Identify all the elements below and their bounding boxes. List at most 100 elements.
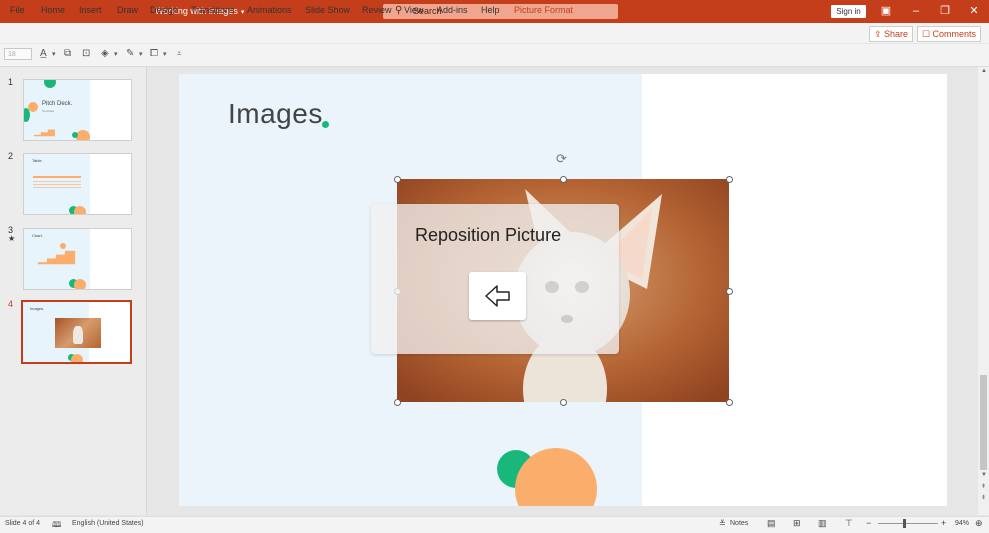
tab-view[interactable]: View xyxy=(404,5,423,15)
shape-fill-icon[interactable]: ◈ xyxy=(101,48,109,59)
rotate-handle-icon[interactable]: ⟳ xyxy=(556,151,567,167)
tab-insert[interactable]: Insert xyxy=(79,5,102,15)
zoom-level[interactable]: 94% xyxy=(955,520,969,527)
shape-outline-icon[interactable]: ✎ xyxy=(126,48,134,59)
resize-handle-bottom-right[interactable] xyxy=(726,399,733,406)
ribbon-display-icon[interactable]: ▣ xyxy=(876,3,896,20)
next-slide-icon[interactable]: ⇟ xyxy=(981,494,986,501)
previous-slide-icon[interactable]: ⇞ xyxy=(981,483,986,490)
orange-circle-shape xyxy=(71,354,83,362)
chevron-down-icon[interactable]: ▾ xyxy=(52,50,56,58)
reading-view-icon[interactable]: ▥ xyxy=(818,518,827,529)
slide-thumbnail-4[interactable]: Images. xyxy=(21,300,132,364)
resize-handle-right[interactable] xyxy=(726,288,733,295)
thumbnail-title: Chart. xyxy=(32,233,43,238)
share-button[interactable]: ⇪ Share xyxy=(869,26,913,42)
tab-animations[interactable]: Animations xyxy=(247,5,292,15)
language-indicator[interactable]: English (United States) xyxy=(72,520,144,527)
scroll-down-icon[interactable]: ▼ xyxy=(981,472,987,478)
chevron-down-icon[interactable]: ▾ xyxy=(163,50,167,58)
ribbon xyxy=(0,44,989,67)
tab-transitions[interactable]: Transitions xyxy=(191,5,235,15)
zoom-in-icon[interactable]: + xyxy=(941,518,946,528)
thumbnail-title: Images. xyxy=(30,306,45,311)
slide-thumbnail-3[interactable]: Chart. ▁▃▅▇ xyxy=(23,228,132,290)
tab-draw[interactable]: Draw xyxy=(117,5,138,15)
thumbnail-subtitle: Template xyxy=(42,109,55,113)
comments-button[interactable]: ☐ Comments xyxy=(917,26,981,42)
animation-star-icon: ★ xyxy=(8,234,16,243)
sign-in-button[interactable]: Sign in xyxy=(831,5,866,18)
thumbnail-number: 4 xyxy=(8,299,14,309)
chevron-down-icon[interactable]: ▾ xyxy=(114,50,118,58)
title-dot-shape xyxy=(322,121,329,128)
thumbnail-number: 2 xyxy=(8,151,14,161)
orange-circle-shape xyxy=(74,279,86,289)
search-icon: ⚲ xyxy=(395,5,403,16)
reposition-arrow-button[interactable] xyxy=(469,272,526,320)
spelling-check-icon[interactable]: 🕮 xyxy=(52,519,61,533)
menu-bar xyxy=(0,23,989,43)
shapes-icon[interactable]: ⧉ xyxy=(64,48,71,59)
notes-icon[interactable]: ≚ xyxy=(719,519,726,528)
zoom-out-icon[interactable]: − xyxy=(866,518,871,528)
chevron-down-icon: ▾ xyxy=(240,9,245,16)
orange-circle-shape xyxy=(74,206,86,214)
arrange-icon[interactable]: ⊡ xyxy=(82,48,90,59)
font-size-field[interactable]: 18 xyxy=(4,48,32,60)
notes-button[interactable]: Notes xyxy=(730,520,748,527)
tab-design[interactable]: Design xyxy=(150,5,178,15)
fit-to-window-icon[interactable]: ⊕ xyxy=(975,518,983,529)
scrollbar-thumb[interactable] xyxy=(980,375,987,470)
fox-shape xyxy=(73,326,83,344)
tab-file[interactable]: File xyxy=(10,5,25,15)
resize-handle-top-right[interactable] xyxy=(726,176,733,183)
font-color-icon[interactable]: A̲ xyxy=(40,48,47,59)
thumbnail-title: Pitch Deck. xyxy=(42,101,73,107)
slide-title[interactable]: Images xyxy=(228,98,323,130)
orange-circle-shape xyxy=(28,102,38,112)
close-icon[interactable]: ✕ xyxy=(964,3,984,20)
bar-chart-icon: ▁▃▅▇ xyxy=(38,249,75,264)
customize-toolbar-icon[interactable]: ⩡ xyxy=(177,49,182,59)
orange-circle-shape xyxy=(60,243,66,249)
table-row-shape xyxy=(33,184,81,185)
resize-handle-bottom[interactable] xyxy=(560,399,567,406)
resize-handle-top-left[interactable] xyxy=(394,176,401,183)
table-header-shape xyxy=(33,176,81,178)
minimize-icon[interactable]: – xyxy=(906,3,926,20)
slide-sorter-icon[interactable]: ⊞ xyxy=(793,518,801,529)
status-bar xyxy=(0,516,989,533)
table-row-shape xyxy=(33,181,81,182)
tab-help[interactable]: Help xyxy=(481,5,500,15)
group-icon[interactable]: ⧠ xyxy=(150,48,158,59)
share-icon: ⇪ xyxy=(873,29,884,39)
reposition-picture-title: Reposition Picture xyxy=(415,225,562,245)
comments-label: Comments xyxy=(932,29,977,39)
resize-handle-top[interactable] xyxy=(560,176,567,183)
tab-picture-format[interactable]: Picture Format xyxy=(514,5,573,15)
tab-home[interactable]: Home xyxy=(41,5,65,15)
slide-counter: Slide 4 of 4 xyxy=(5,520,41,527)
zoom-slider[interactable] xyxy=(878,523,938,524)
zoom-slider-thumb[interactable] xyxy=(903,519,906,528)
tab-slide-show[interactable]: Slide Show xyxy=(305,5,350,15)
thumbnail-title: Table. xyxy=(32,158,43,163)
restore-icon[interactable]: ❐ xyxy=(935,3,955,20)
thumbnail-number: 1 xyxy=(8,77,14,87)
orange-circle-clip xyxy=(505,440,615,506)
orange-circle-shape[interactable] xyxy=(515,448,597,506)
slide-show-icon[interactable]: ⊤ xyxy=(845,518,853,529)
tab-review[interactable]: Review xyxy=(362,5,392,15)
slide-thumbnail-2[interactable]: Table. xyxy=(23,153,132,215)
scroll-up-icon[interactable]: ▲ xyxy=(981,68,987,74)
share-label: Share xyxy=(884,29,909,39)
resize-handle-bottom-left[interactable] xyxy=(394,399,401,406)
slide-thumbnail-1[interactable]: Pitch Deck. Template ▁▃▅ xyxy=(23,79,132,141)
tab-add-ins[interactable]: Add-ins xyxy=(437,5,468,15)
chevron-down-icon[interactable]: ▾ xyxy=(139,50,143,58)
normal-view-icon[interactable]: ▤ xyxy=(767,518,776,529)
orange-circle-shape xyxy=(76,130,90,140)
table-row-shape xyxy=(33,187,81,188)
fennec-fox-thumbnail-image xyxy=(55,318,101,348)
